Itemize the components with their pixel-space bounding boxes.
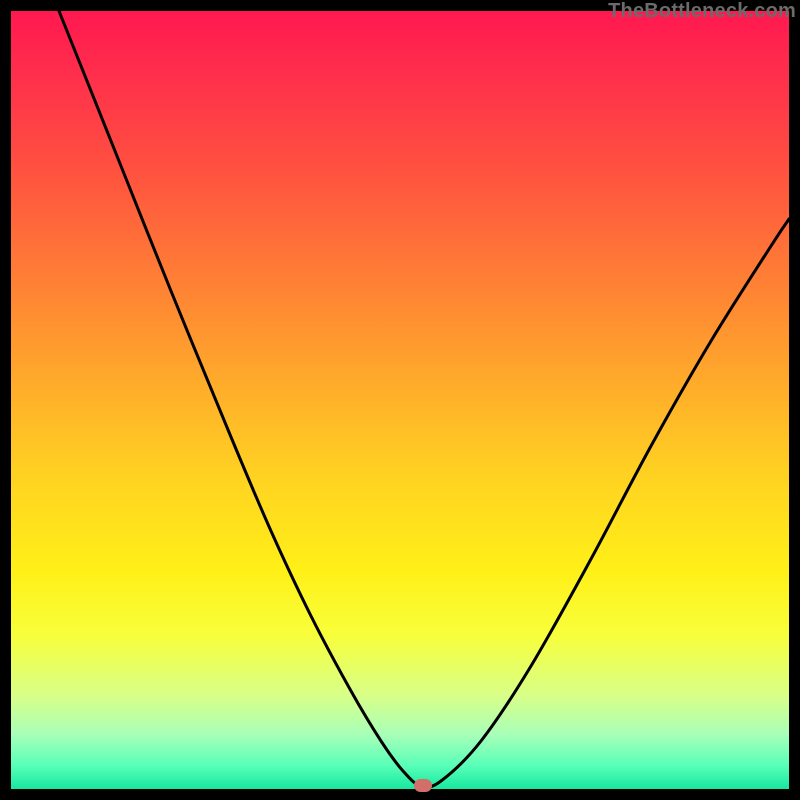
bottleneck-curve bbox=[11, 11, 789, 789]
optimum-marker bbox=[414, 779, 432, 792]
watermark-text: TheBottleneck.com bbox=[608, 0, 796, 23]
